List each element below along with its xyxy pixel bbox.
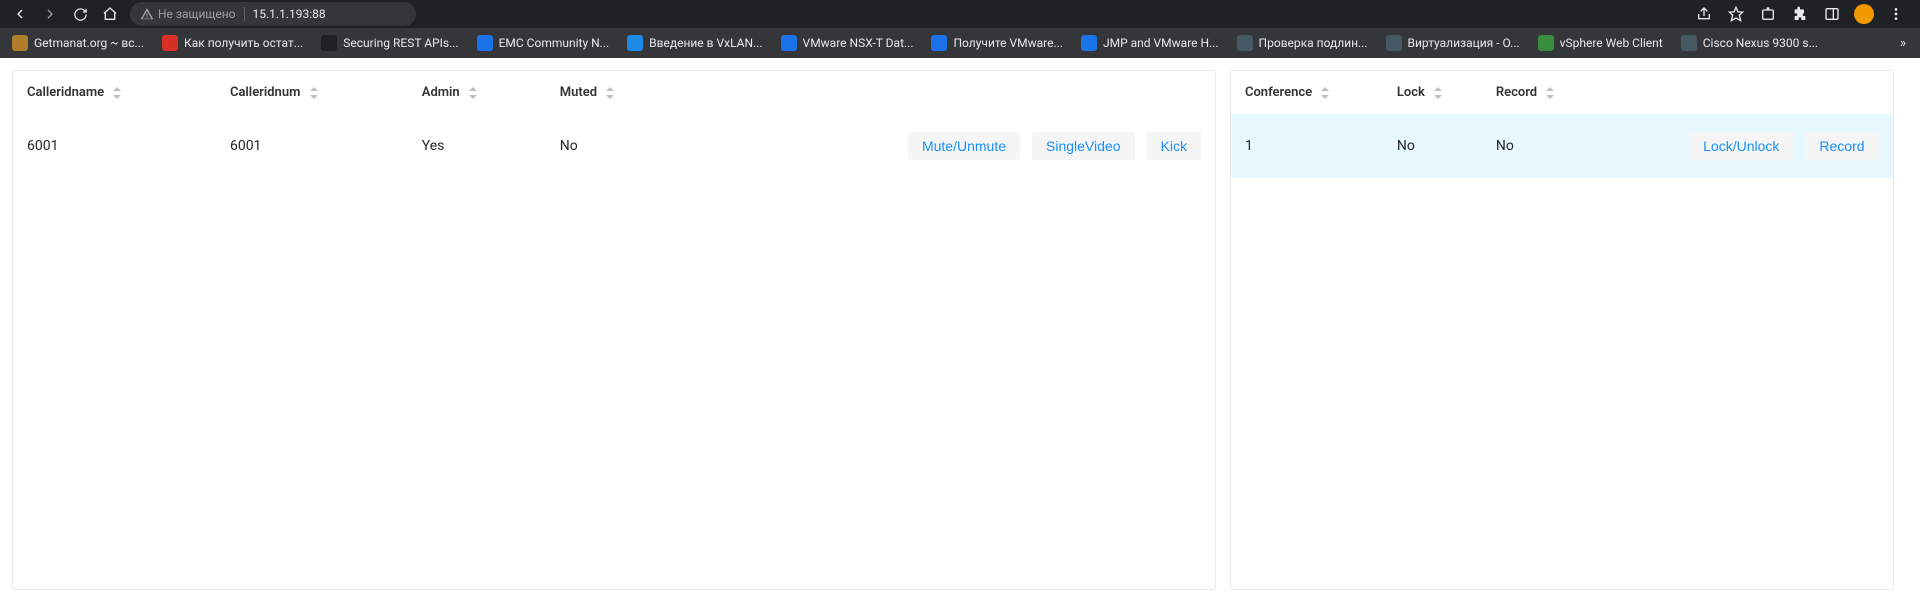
- singlevideo-button[interactable]: SingleVideo: [1032, 132, 1134, 160]
- bookmark-label: JMP and VMware H...: [1103, 36, 1219, 50]
- bookmark-item[interactable]: Получите VMware...: [925, 33, 1069, 53]
- favicon: [1386, 35, 1402, 51]
- bookmark-item[interactable]: vSphere Web Client: [1532, 33, 1669, 53]
- back-button[interactable]: [6, 0, 34, 28]
- bookmarks-overflow[interactable]: »: [1892, 36, 1914, 51]
- favicon: [1081, 35, 1097, 51]
- bookmark-label: Cisco Nexus 9300 s...: [1703, 36, 1818, 50]
- participants-table: Calleridname Calleridnum Admin Muted: [13, 71, 1215, 178]
- sidepanel-icon[interactable]: [1818, 0, 1846, 28]
- profile-avatar[interactable]: [1850, 0, 1878, 28]
- mute-button[interactable]: Mute/Unmute: [908, 132, 1020, 160]
- favicon: [627, 35, 643, 51]
- favicon: [1237, 35, 1253, 51]
- col-label: Conference: [1245, 85, 1312, 100]
- sort-icon: [1321, 87, 1329, 99]
- bookmark-item[interactable]: EMC Community N...: [471, 33, 616, 53]
- col-conference[interactable]: Conference: [1231, 71, 1383, 114]
- bookmark-label: EMC Community N...: [499, 36, 610, 50]
- col-muted[interactable]: Muted: [546, 71, 683, 114]
- favicon: [321, 35, 337, 51]
- favicon: [477, 35, 493, 51]
- address-bar[interactable]: Не защищено 15.1.1.193:88: [130, 2, 416, 26]
- record-button[interactable]: Record: [1805, 132, 1878, 160]
- favicon: [1538, 35, 1554, 51]
- kick-button[interactable]: Kick: [1147, 132, 1201, 160]
- puzzle-icon[interactable]: [1786, 0, 1814, 28]
- bookmark-item[interactable]: Виртуализация - О...: [1380, 33, 1526, 53]
- menu-icon[interactable]: [1882, 0, 1910, 28]
- bookmark-item[interactable]: Getmanat.org ~ вс...: [6, 33, 150, 53]
- url-text: 15.1.1.193:88: [253, 7, 406, 21]
- favicon: [12, 35, 28, 51]
- forward-button[interactable]: [36, 0, 64, 28]
- toolbar-actions: [1690, 0, 1914, 28]
- col-label: Muted: [560, 85, 597, 100]
- sort-icon: [1434, 87, 1442, 99]
- cell-calleridname: 6001: [13, 114, 216, 178]
- sort-icon: [606, 87, 614, 99]
- favicon: [1681, 35, 1697, 51]
- cell-lock: No: [1383, 114, 1482, 178]
- share-icon[interactable]: [1690, 0, 1718, 28]
- cell-muted: No: [546, 114, 683, 178]
- bookmark-item[interactable]: Securing REST APIs...: [315, 33, 464, 53]
- sort-icon: [310, 87, 318, 99]
- extensions-icon[interactable]: [1754, 0, 1782, 28]
- cell-conference: 1: [1231, 114, 1383, 178]
- bookmark-item[interactable]: JMP and VMware H...: [1075, 33, 1225, 53]
- bookmark-label: Securing REST APIs...: [343, 36, 458, 50]
- sort-icon: [469, 87, 477, 99]
- bookmark-label: Проверка подлин...: [1259, 36, 1368, 50]
- favicon: [162, 35, 178, 51]
- lock-button[interactable]: Lock/Unlock: [1689, 132, 1793, 160]
- bookmark-star-icon[interactable]: [1722, 0, 1750, 28]
- table-row: 6001 6001 Yes No Mute/Unmute SingleVideo…: [13, 114, 1215, 178]
- bookmark-label: Получите VMware...: [953, 36, 1063, 50]
- bookmark-label: Как получить остат...: [184, 36, 303, 50]
- security-text: Не защищено: [158, 7, 236, 21]
- browser-toolbar: Не защищено 15.1.1.193:88: [0, 0, 1920, 28]
- cell-record: No: [1482, 114, 1599, 178]
- participants-panel: Calleridname Calleridnum Admin Muted: [12, 70, 1216, 590]
- col-calleridnum[interactable]: Calleridnum: [216, 71, 408, 114]
- bookmark-label: VMware NSX-T Dat...: [803, 36, 914, 50]
- cell-admin: Yes: [408, 114, 546, 178]
- bookmark-label: vSphere Web Client: [1560, 36, 1663, 50]
- bookmark-item[interactable]: VMware NSX-T Dat...: [775, 33, 920, 53]
- col-lock[interactable]: Lock: [1383, 71, 1482, 114]
- bookmark-label: Виртуализация - О...: [1408, 36, 1520, 50]
- bookmark-item[interactable]: Cisco Nexus 9300 s...: [1675, 33, 1824, 53]
- conferences-table: Conference Lock Record 1: [1231, 71, 1893, 178]
- page-content: Calleridname Calleridnum Admin Muted: [0, 58, 1920, 602]
- conferences-panel: Conference Lock Record 1: [1230, 70, 1894, 590]
- sort-icon: [1546, 87, 1554, 99]
- favicon: [931, 35, 947, 51]
- cell-calleridnum: 6001: [216, 114, 408, 178]
- col-label: Record: [1496, 85, 1537, 100]
- reload-button[interactable]: [66, 0, 94, 28]
- col-calleridname[interactable]: Calleridname: [13, 71, 216, 114]
- col-label: Admin: [422, 85, 460, 100]
- bookmark-label: Введение в VxLAN...: [649, 36, 762, 50]
- table-row[interactable]: 1 No No Lock/Unlock Record: [1231, 114, 1893, 178]
- bookmark-item[interactable]: Введение в VxLAN...: [621, 33, 768, 53]
- bookmark-item[interactable]: Проверка подлин...: [1231, 33, 1374, 53]
- col-label: Calleridnum: [230, 85, 300, 100]
- col-admin[interactable]: Admin: [408, 71, 546, 114]
- omnibox-divider: [244, 7, 245, 21]
- bookmark-item[interactable]: Как получить остат...: [156, 33, 309, 53]
- col-record[interactable]: Record: [1482, 71, 1599, 114]
- bookmark-label: Getmanat.org ~ вс...: [34, 36, 144, 50]
- favicon: [781, 35, 797, 51]
- home-button[interactable]: [96, 0, 124, 28]
- warning-icon: [140, 7, 154, 21]
- col-label: Lock: [1397, 85, 1425, 100]
- col-label: Calleridname: [27, 85, 104, 100]
- security-indicator[interactable]: Не защищено: [140, 7, 236, 21]
- sort-icon: [113, 87, 121, 99]
- bookmarks-bar: Getmanat.org ~ вс... Как получить остат..…: [0, 28, 1920, 58]
